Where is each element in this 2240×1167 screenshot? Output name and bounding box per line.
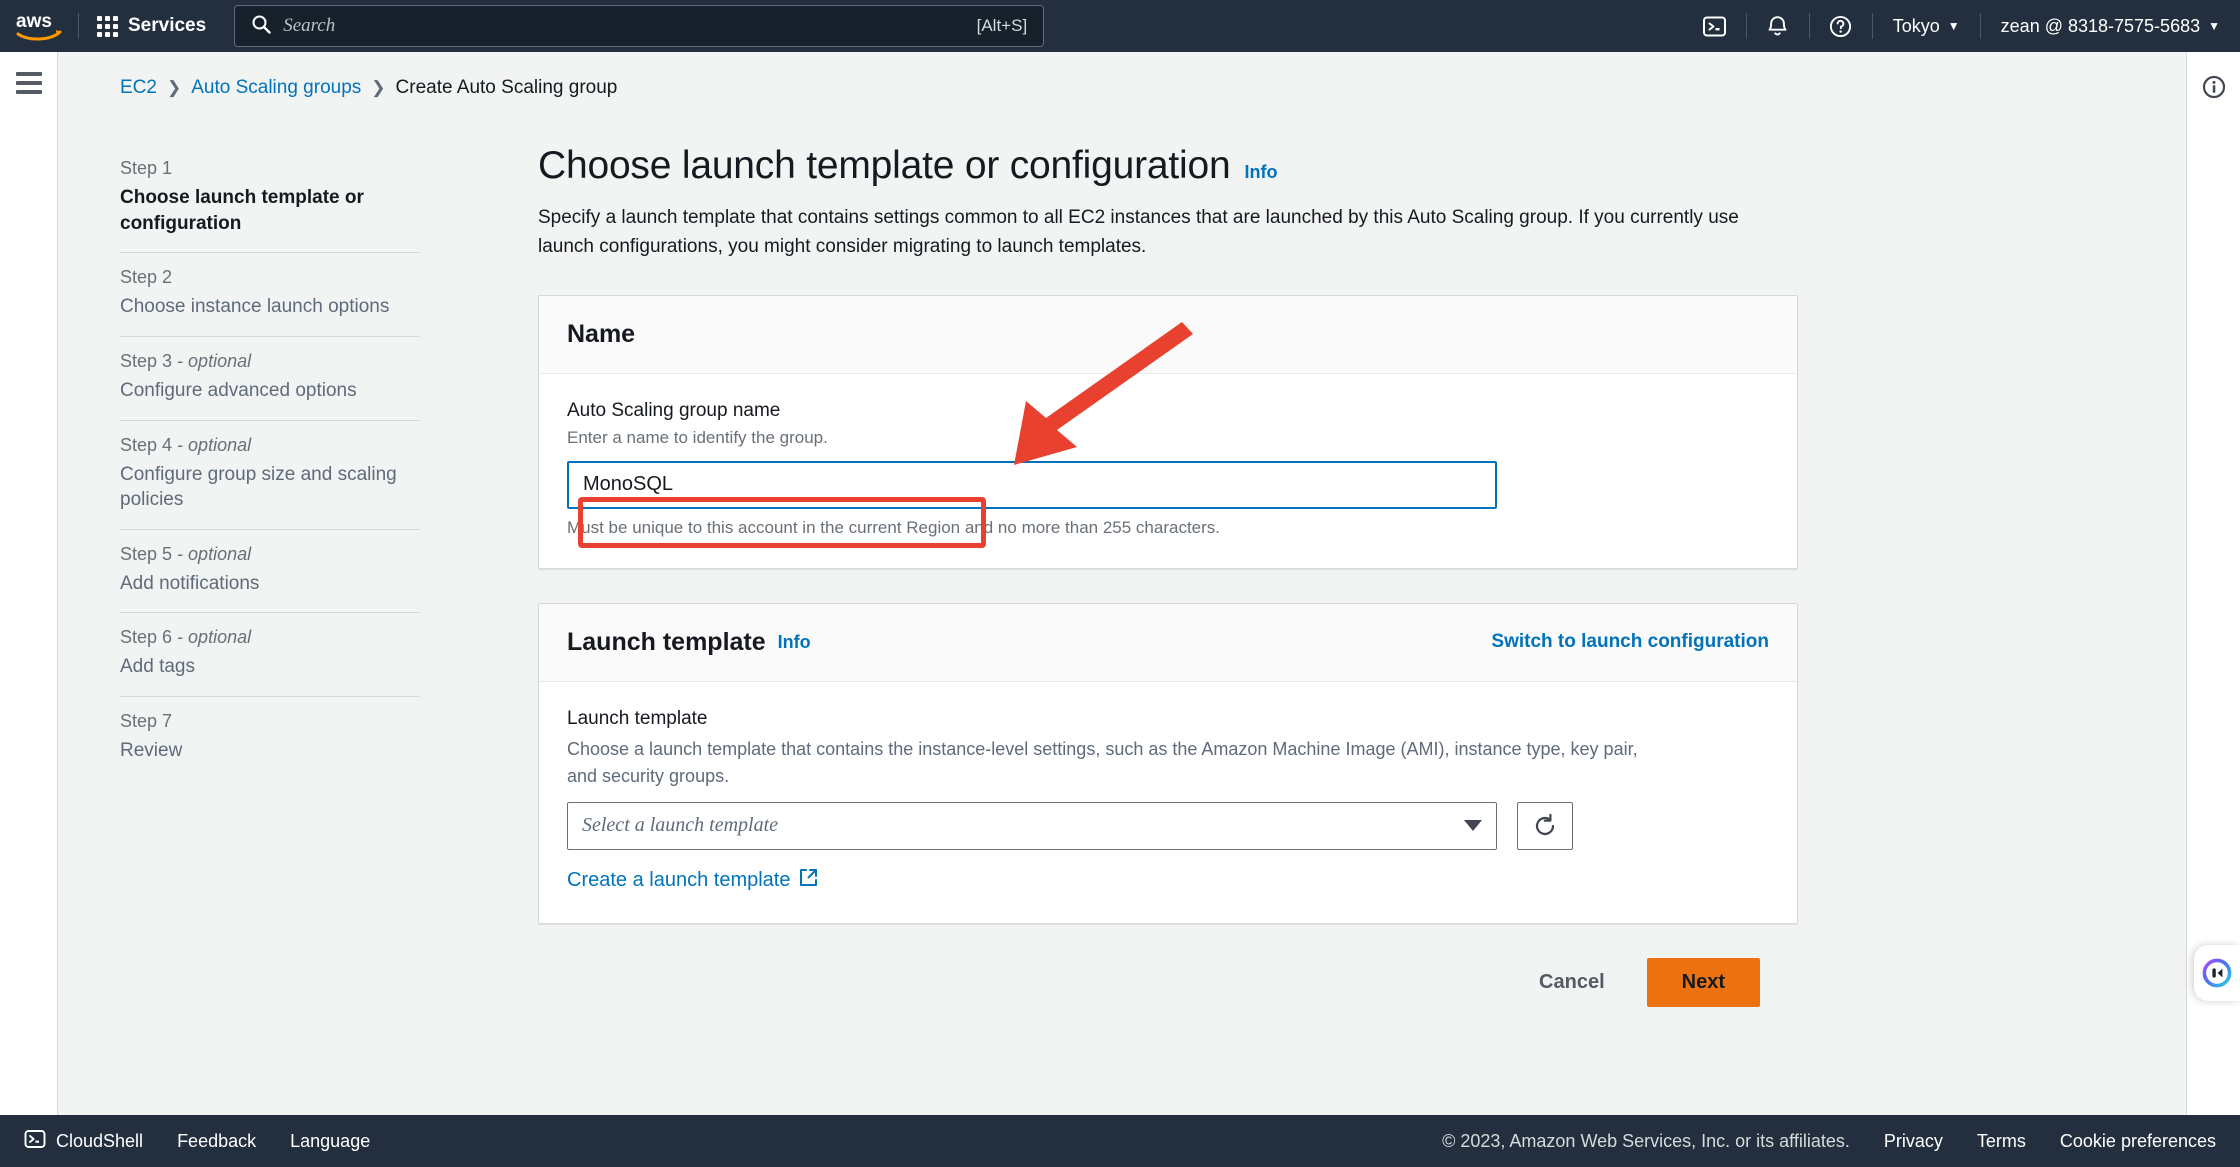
breadcrumb-separator-icon: ❯ xyxy=(371,78,386,97)
services-label: Services xyxy=(128,15,207,36)
step-title: Review xyxy=(120,740,183,762)
search-icon xyxy=(251,14,271,39)
step-number: Step 4 - optional xyxy=(120,434,252,455)
copyright-text: © 2023, Amazon Web Services, Inc. or its… xyxy=(1442,1130,1850,1151)
footer-bar: CloudShell Feedback Language © 2023, Ama… xyxy=(0,1115,2240,1167)
sidebar-item-step-7[interactable]: Step 7 Review xyxy=(120,696,420,780)
cloudshell-label: CloudShell xyxy=(56,1130,144,1151)
services-menu-button[interactable]: Services xyxy=(79,0,224,52)
breadcrumb: EC2 ❯ Auto Scaling groups ❯ Create Auto … xyxy=(120,77,617,99)
step-number: Step 3 - optional xyxy=(120,350,252,371)
region-selector[interactable]: Tokyo ▼ xyxy=(1873,0,1980,52)
name-card: Name Auto Scaling group name Enter a nam… xyxy=(538,295,1798,569)
breadcrumb-item-current: Create Auto Scaling group xyxy=(395,77,618,98)
svg-text:aws: aws xyxy=(16,11,52,32)
cloudshell-button[interactable]: CloudShell xyxy=(24,1128,143,1155)
region-label: Tokyo xyxy=(1892,15,1940,36)
cloudshell-icon xyxy=(24,1128,46,1155)
step-title: Configure group size and scaling policie… xyxy=(120,463,397,511)
sidebar-item-step-2[interactable]: Step 2 Choose instance launch options xyxy=(120,252,420,336)
chevron-down-icon xyxy=(1464,820,1482,832)
sidebar-toggle-button[interactable] xyxy=(15,72,42,1115)
breadcrumb-item-auto-scaling-groups[interactable]: Auto Scaling groups xyxy=(191,77,361,99)
switch-to-launch-configuration-link[interactable]: Switch to launch configuration xyxy=(1491,631,1769,652)
launch-template-card-title: Launch template xyxy=(567,627,766,656)
global-search-box[interactable]: Search [Alt+S] xyxy=(234,5,1045,47)
cloudshell-icon[interactable] xyxy=(1684,0,1746,52)
step-number: Step 7 xyxy=(120,711,173,732)
launch-template-header-right: Switch to launch configuration xyxy=(1491,631,1769,653)
step-number: Step 2 xyxy=(120,267,173,288)
create-launch-template-label: Create a launch template xyxy=(567,868,791,891)
account-menu[interactable]: zean @ 8318-7575-5683 ▼ xyxy=(1981,0,2240,52)
aws-logo[interactable]: aws xyxy=(0,0,78,52)
content-column: Choose launch template or configuration … xyxy=(538,144,1798,1007)
step-number: Step 5 - optional xyxy=(120,543,252,564)
create-launch-template-link[interactable]: Create a launch template xyxy=(567,868,818,893)
browser-extension-widget[interactable] xyxy=(2194,945,2240,1001)
chevron-down-icon: ▼ xyxy=(2208,19,2220,33)
launch-template-select-row: Select a launch template xyxy=(567,801,1769,850)
breadcrumb-item-ec2[interactable]: EC2 xyxy=(120,77,157,99)
launch-template-info-link[interactable]: Info xyxy=(778,632,811,653)
account-label: zean @ 8318-7575-5683 xyxy=(2000,15,2201,36)
sidebar-item-step-3[interactable]: Step 3 - optional Configure advanced opt… xyxy=(120,335,420,420)
page-title-row: Choose launch template or configuration … xyxy=(538,144,1798,188)
launch-template-card-header: Launch template Info Switch to launch co… xyxy=(539,603,1797,682)
help-circle-icon[interactable] xyxy=(1810,0,1872,52)
next-button[interactable]: Next xyxy=(1646,957,1760,1007)
asg-name-hint: Enter a name to identify the group. xyxy=(567,428,828,447)
step-title: Choose launch template or configuration xyxy=(120,187,364,234)
launch-template-field-description: Choose a launch template that contains t… xyxy=(567,738,1638,786)
external-link-icon xyxy=(799,868,818,893)
search-shortcut: [Alt+S] xyxy=(976,16,1028,35)
language-selector[interactable]: Language xyxy=(290,1131,370,1152)
name-card-header: Name xyxy=(539,296,1797,374)
step-title: Choose instance launch options xyxy=(120,296,390,318)
step-title: Add tags xyxy=(120,656,195,678)
search-placeholder: Search xyxy=(283,15,336,36)
chevron-down-icon: ▼ xyxy=(1947,19,1960,33)
footer-left-group: CloudShell Feedback Language xyxy=(24,1128,370,1155)
grid-icon xyxy=(97,15,118,37)
top-navigation-bar: aws Services Search [Alt+S] Tokyo ▼ zean… xyxy=(0,0,2240,52)
terms-link[interactable]: Terms xyxy=(1977,1131,2026,1152)
name-card-body: Auto Scaling group name Enter a name to … xyxy=(539,374,1797,568)
step-title: Configure advanced options xyxy=(120,379,357,401)
footer-right-group: © 2023, Amazon Web Services, Inc. or its… xyxy=(1442,1131,2216,1152)
sidebar-item-step-5[interactable]: Step 5 - optional Add notifications xyxy=(120,528,420,613)
sidebar-item-step-6[interactable]: Step 6 - optional Add tags xyxy=(120,612,420,696)
launch-template-card: Launch template Info Switch to launch co… xyxy=(538,602,1798,924)
launch-template-select[interactable]: Select a launch template xyxy=(567,801,1497,850)
notifications-bell-icon[interactable] xyxy=(1747,0,1809,52)
page-description: Specify a launch template that contains … xyxy=(538,207,1739,257)
asg-name-input[interactable] xyxy=(567,460,1497,509)
sidebar-item-step-1[interactable]: Step 1 Choose launch template or configu… xyxy=(120,144,420,252)
name-card-title: Name xyxy=(567,320,636,348)
breadcrumb-separator-icon: ❯ xyxy=(166,78,182,97)
cancel-button[interactable]: Cancel xyxy=(1525,961,1619,1004)
sidebar-item-step-4[interactable]: Step 4 - optional Configure group size a… xyxy=(120,419,420,529)
refresh-launch-templates-button[interactable] xyxy=(1517,801,1573,850)
launch-template-card-body: Launch template Choose a launch template… xyxy=(539,682,1797,923)
page-title: Choose launch template or configuration xyxy=(538,144,1231,187)
step-number: Step 1 xyxy=(120,158,173,178)
left-rail xyxy=(0,52,58,1115)
cookie-preferences-link[interactable]: Cookie preferences xyxy=(2060,1131,2216,1152)
feedback-link[interactable]: Feedback xyxy=(177,1131,256,1152)
wizard-actions: Cancel Next xyxy=(538,957,1760,1007)
privacy-link[interactable]: Privacy xyxy=(1884,1131,1943,1152)
nav-right-group: Tokyo ▼ zean @ 8318-7575-5683 ▼ xyxy=(1684,0,2240,52)
step-title: Add notifications xyxy=(120,572,260,594)
launch-template-select-placeholder: Select a launch template xyxy=(582,814,779,837)
asg-name-label: Auto Scaling group name xyxy=(567,400,781,421)
step-number: Step 6 - optional xyxy=(120,627,252,648)
page-info-link[interactable]: Info xyxy=(1244,162,1277,183)
launch-template-field-label: Launch template xyxy=(567,707,708,729)
wizard-steps-sidebar: Step 1 Choose launch template or configu… xyxy=(120,144,420,780)
asg-name-constraint: Must be unique to this account in the cu… xyxy=(567,517,1221,537)
main-canvas: EC2 ❯ Auto Scaling groups ❯ Create Auto … xyxy=(58,52,2186,1115)
